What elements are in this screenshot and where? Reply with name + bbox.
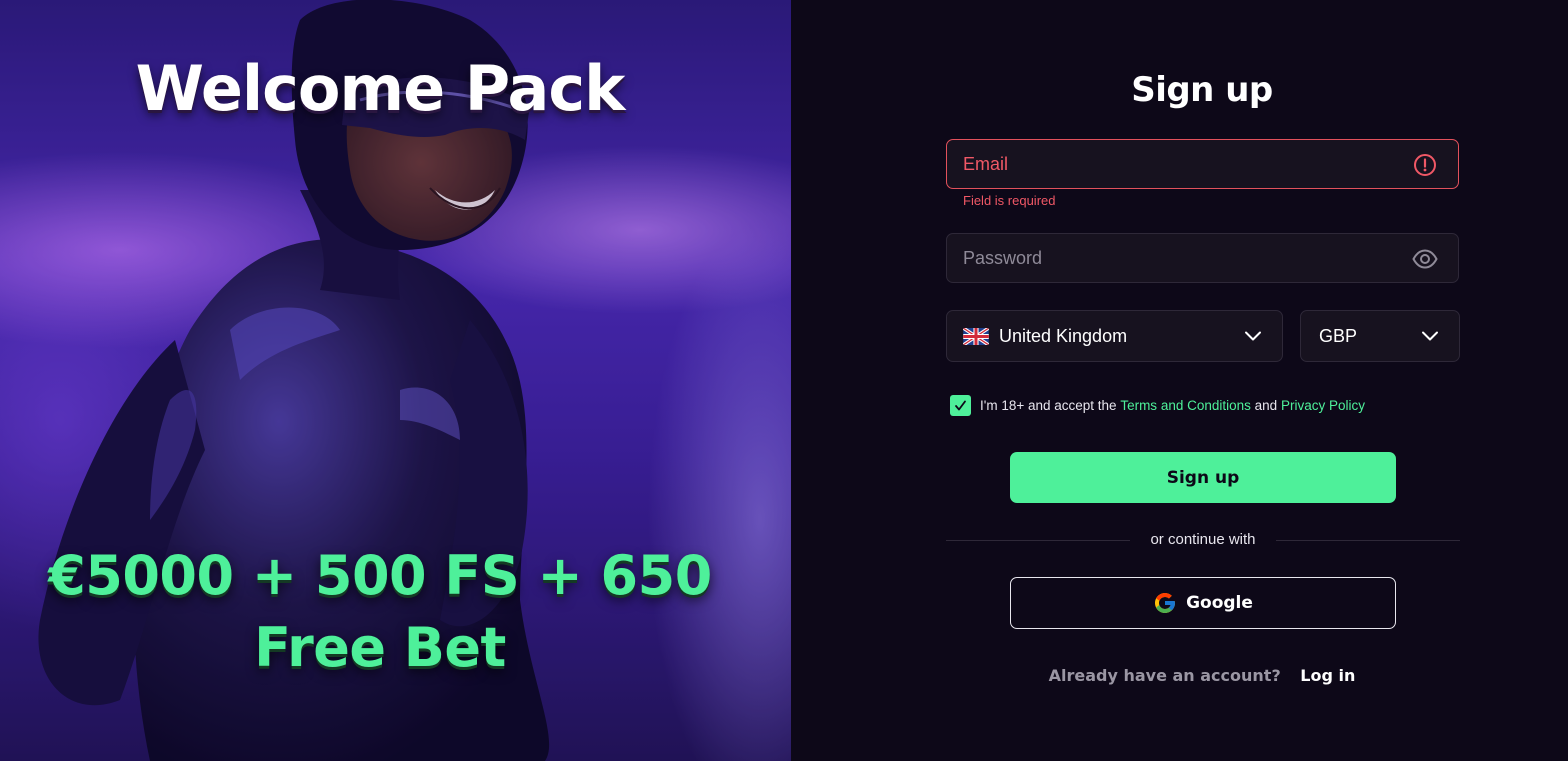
- currency-value: GBP: [1319, 325, 1358, 346]
- country-value: United Kingdom: [999, 325, 1128, 346]
- signup-button[interactable]: Sign up: [1010, 452, 1396, 503]
- currency-select[interactable]: GBP: [1300, 310, 1460, 362]
- google-icon: [1155, 593, 1176, 613]
- privacy-policy-link[interactable]: Privacy Policy: [1281, 398, 1365, 413]
- password-input[interactable]: [963, 234, 1403, 282]
- email-field[interactable]: [946, 139, 1459, 189]
- uk-flag-icon: [963, 327, 989, 345]
- login-link[interactable]: Log in: [1300, 666, 1355, 685]
- eye-icon[interactable]: [1412, 246, 1438, 272]
- alert-circle-icon: [1412, 152, 1438, 178]
- form-title: Sign up: [1131, 70, 1273, 110]
- email-input[interactable]: [963, 140, 1403, 188]
- divider-line-right: [1276, 540, 1460, 541]
- login-prompt-text: Already have an account?: [1048, 666, 1281, 685]
- password-field[interactable]: [946, 233, 1459, 283]
- promo-offer-line-1: €5000 + 500 FS + 650: [48, 544, 712, 607]
- continue-with-divider: or continue with: [946, 530, 1460, 550]
- signup-form-panel: Sign up Field is required: [791, 0, 1568, 761]
- chevron-down-icon: [1245, 331, 1261, 341]
- promo-offer: €5000 + 500 FS + 650 Free Bet: [0, 540, 760, 684]
- google-signin-button[interactable]: Google: [1010, 577, 1396, 629]
- terms-checkbox[interactable]: [950, 395, 971, 416]
- checkmark-icon: [955, 400, 966, 411]
- terms-link[interactable]: Terms and Conditions: [1120, 398, 1251, 413]
- promo-title: Welcome Pack: [135, 52, 626, 125]
- chevron-down-icon: [1422, 331, 1438, 341]
- google-button-label: Google: [1186, 593, 1253, 613]
- login-prompt: Already have an account? Log in: [791, 666, 1568, 685]
- promo-offer-line-2: Free Bet: [254, 616, 506, 679]
- consent-text: I'm 18+ and accept the: [980, 398, 1117, 413]
- email-error-message: Field is required: [963, 193, 1056, 208]
- welcome-promo-panel: Welcome Pack €5000 + 500 FS + 650 Free B…: [0, 0, 791, 761]
- consent-and-text: and: [1254, 398, 1278, 413]
- terms-consent: I'm 18+ and accept the Terms and Conditi…: [950, 395, 1365, 416]
- country-select[interactable]: United Kingdom: [946, 310, 1283, 362]
- signup-page: Welcome Pack €5000 + 500 FS + 650 Free B…: [0, 0, 1568, 761]
